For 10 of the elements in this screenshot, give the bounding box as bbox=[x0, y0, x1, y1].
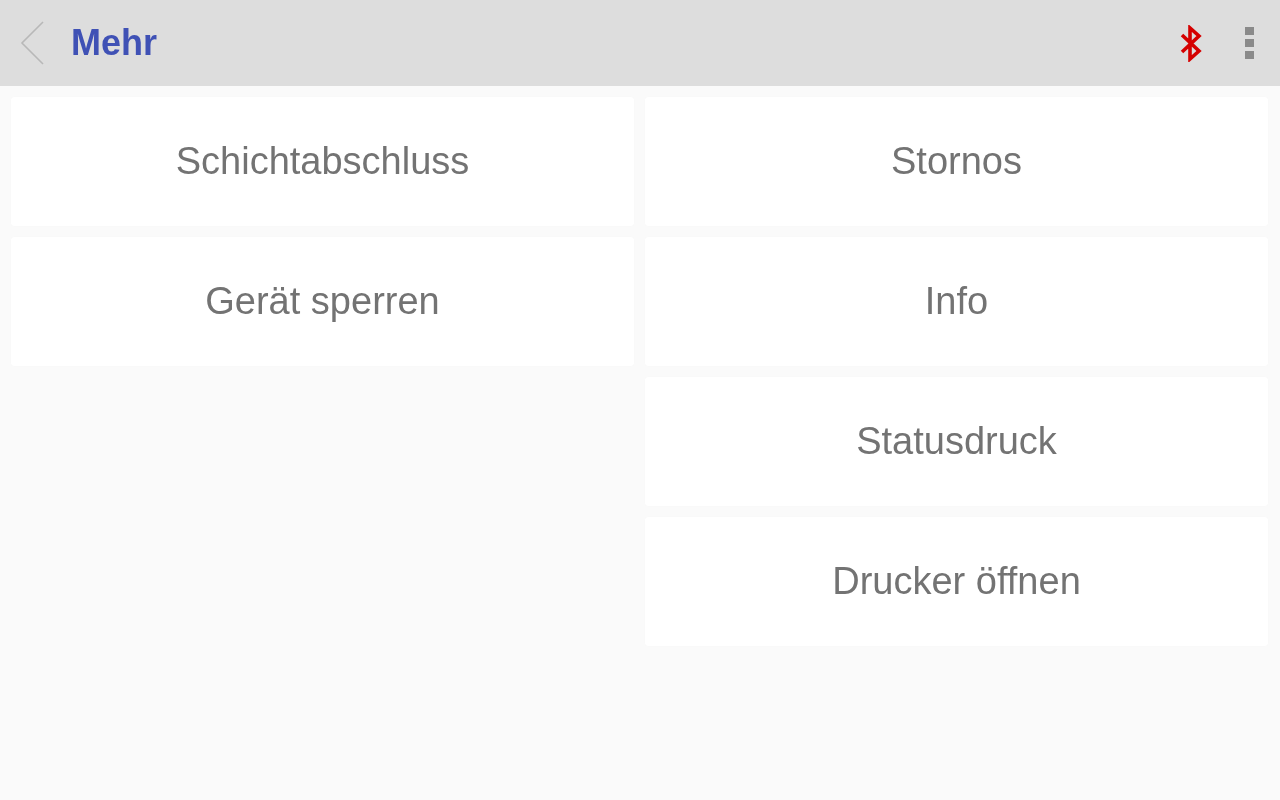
page-title: Mehr bbox=[71, 23, 157, 63]
more-menu-icon[interactable] bbox=[1245, 27, 1254, 59]
back-chevron-icon[interactable] bbox=[18, 20, 46, 66]
menu-tile-button[interactable]: Statusdruck bbox=[645, 377, 1268, 506]
menu-tile-button[interactable]: Info bbox=[645, 237, 1268, 366]
menu-tile-button[interactable]: Drucker öffnen bbox=[645, 517, 1268, 646]
menu-tile-button[interactable]: Gerät sperren bbox=[11, 237, 634, 366]
menu-tile-button[interactable]: Stornos bbox=[645, 97, 1268, 226]
bluetooth-icon[interactable] bbox=[1179, 24, 1203, 62]
menu-tile-button[interactable]: Schichtabschluss bbox=[11, 97, 634, 226]
